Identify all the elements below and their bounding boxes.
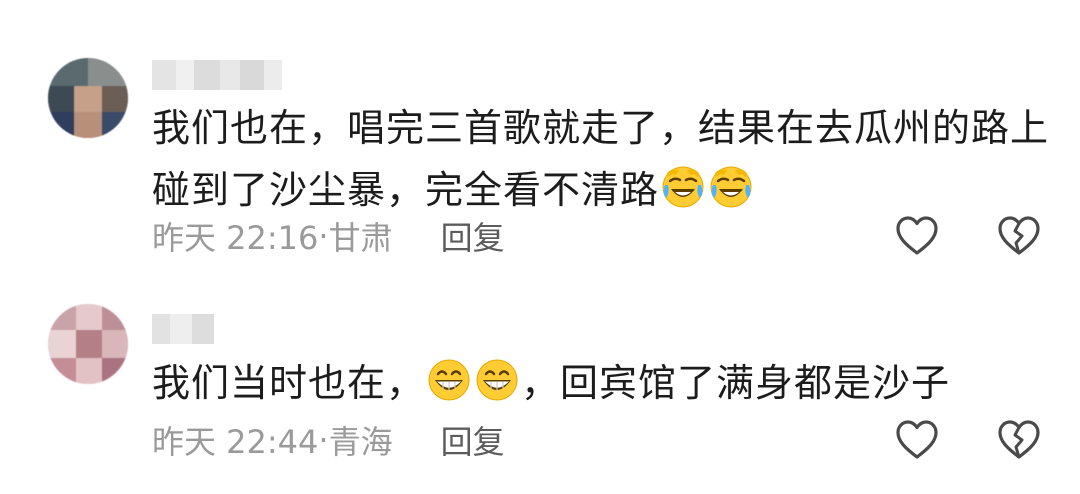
- comment-text-line: 我们也在，唱完三首歌就走了，结果在去瓜州的路上: [152, 106, 1050, 150]
- grinning-face-icon: [427, 358, 471, 402]
- broken-heart-outline-icon: [998, 216, 1040, 255]
- comment-meta: 昨天 22:44 · 青海 回复: [152, 418, 505, 462]
- username-blurred[interactable]: [152, 60, 282, 90]
- comment-time: 昨天 22:16: [152, 219, 319, 257]
- comment-item: 我们也在，唱完三首歌就走了，结果在去瓜州的路上 碰到了沙尘暴，完全看不清路 昨天…: [0, 0, 1080, 270]
- comment-text: 我们当时也在， ，回宾馆了满身都是沙子: [152, 352, 950, 414]
- dislike-button[interactable]: [995, 212, 1043, 260]
- comment-text-segment: ，回宾馆了满身都是沙子: [521, 361, 951, 405]
- like-button[interactable]: [893, 212, 941, 260]
- heart-outline-icon: [896, 216, 938, 255]
- avatar[interactable]: [48, 304, 128, 384]
- comment-text-segment: 我们当时也在，: [152, 361, 426, 405]
- rolling-on-floor-laughing-icon: [709, 165, 753, 209]
- like-button[interactable]: [893, 416, 941, 464]
- comment-time: 昨天 22:44: [152, 423, 319, 461]
- broken-heart-outline-icon: [998, 420, 1040, 459]
- meta-separator: ·: [318, 217, 329, 255]
- comment-location: 甘肃: [328, 219, 393, 257]
- grinning-face-icon: [475, 358, 519, 402]
- comment-text: 我们也在，唱完三首歌就走了，结果在去瓜州的路上 碰到了沙尘暴，完全看不清路: [152, 97, 1049, 221]
- username-blurred[interactable]: [152, 314, 214, 344]
- comment-item: 我们当时也在， ，回宾馆了满身都是沙子 昨天 22:44 · 青海 回复: [0, 270, 1080, 494]
- comment-meta: 昨天 22:16 · 甘肃 回复: [152, 214, 505, 258]
- reply-button[interactable]: 回复: [441, 213, 505, 259]
- reply-button[interactable]: 回复: [441, 417, 505, 463]
- comment-text-line: 碰到了沙尘暴，完全看不清路: [152, 168, 660, 212]
- comment-location: 青海: [328, 423, 393, 461]
- meta-separator: ·: [318, 421, 329, 459]
- dislike-button[interactable]: [995, 416, 1043, 464]
- avatar[interactable]: [48, 58, 128, 138]
- rolling-on-floor-laughing-icon: [661, 165, 705, 209]
- heart-outline-icon: [896, 420, 938, 459]
